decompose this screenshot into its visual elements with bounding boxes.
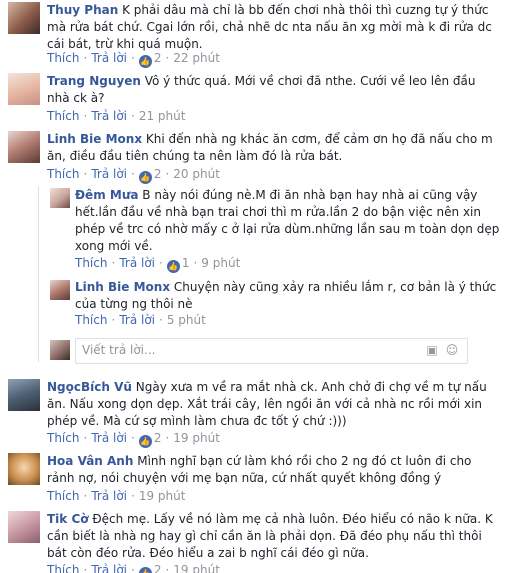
avatar[interactable] (8, 131, 40, 163)
reply-link[interactable]: Trả lời (119, 256, 155, 270)
camera-icon[interactable]: ▣ (425, 343, 439, 357)
avatar[interactable] (8, 2, 40, 34)
avatar[interactable] (8, 511, 40, 543)
like-link[interactable]: Thích (75, 313, 107, 327)
timestamp[interactable]: 22 phút (173, 51, 220, 65)
like-link[interactable]: Thích (47, 51, 79, 65)
reply-link[interactable]: Trả lời (119, 313, 155, 327)
like-count[interactable]: 2 (154, 167, 162, 181)
thumbs-up-icon: 👍 (138, 171, 152, 184)
like-count[interactable]: 2 (154, 563, 162, 573)
reply-thread-line (38, 186, 39, 362)
reply-link[interactable]: Trả lời (91, 489, 127, 503)
avatar[interactable] (8, 73, 40, 105)
like-link[interactable]: Thích (47, 489, 79, 503)
timestamp[interactable]: 5 phút (167, 313, 206, 327)
comment-author[interactable]: Đêm Mưa (75, 188, 138, 202)
reply-placeholder: Viết trả lời... (82, 343, 156, 357)
timestamp[interactable]: 19 phút (173, 431, 220, 445)
reply-link[interactable]: Trả lời (91, 431, 127, 445)
reply-input[interactable]: Viết trả lời... ▣ ☺ (75, 338, 468, 364)
timestamp[interactable]: 19 phút (139, 489, 186, 503)
thumbs-up-icon: 👍 (138, 55, 152, 68)
comment-author[interactable]: Tik Cờ (47, 512, 89, 526)
reply-link[interactable]: Trả lời (91, 51, 127, 65)
comments-feed: Thuy Phan K phải dâu mà chỉ là bb đến ch… (0, 0, 506, 573)
thumbs-up-icon: 👍 (166, 260, 180, 273)
current-user-avatar (50, 340, 70, 360)
like-link[interactable]: Thích (47, 563, 79, 573)
smiley-icon[interactable]: ☺ (445, 343, 459, 357)
thumbs-up-icon: 👍 (138, 435, 152, 448)
comment-author[interactable]: Linh Bie Monx (75, 280, 170, 294)
avatar[interactable] (50, 188, 70, 208)
like-count[interactable]: 1 (182, 256, 190, 270)
like-link[interactable]: Thích (47, 167, 79, 181)
thumbs-up-icon: 👍 (138, 567, 152, 573)
like-count[interactable]: 2 (154, 51, 162, 65)
reply-link[interactable]: Trả lời (91, 109, 127, 123)
timestamp[interactable]: 19 phút (173, 563, 220, 573)
like-count[interactable]: 2 (154, 431, 162, 445)
avatar[interactable] (50, 280, 70, 300)
like-link[interactable]: Thích (47, 431, 79, 445)
comment-author[interactable]: NgọcBích Vũ (47, 380, 132, 394)
timestamp[interactable]: 21 phút (139, 109, 186, 123)
comment-text: Đệch mẹ. Lấy về nó làm mẹ cả nhà luôn. Đ… (47, 512, 493, 560)
comment-author[interactable]: Linh Bie Monx (47, 132, 142, 146)
timestamp[interactable]: 20 phút (173, 167, 220, 181)
timestamp[interactable]: 9 phút (201, 256, 240, 270)
like-link[interactable]: Thích (75, 256, 107, 270)
comment-author[interactable]: Thuy Phan (47, 3, 118, 17)
reply-link[interactable]: Trả lời (91, 167, 127, 181)
avatar[interactable] (8, 453, 40, 485)
comment-author[interactable]: Hoa Vân Anh (47, 454, 133, 468)
avatar[interactable] (8, 379, 40, 411)
comment-text: B này nói đúng nè.M đi ăn nhà bạn hay nh… (75, 188, 500, 253)
reply-link[interactable]: Trả lời (91, 563, 127, 573)
comment-author[interactable]: Trang Nguyen (47, 74, 141, 88)
like-link[interactable]: Thích (47, 109, 79, 123)
